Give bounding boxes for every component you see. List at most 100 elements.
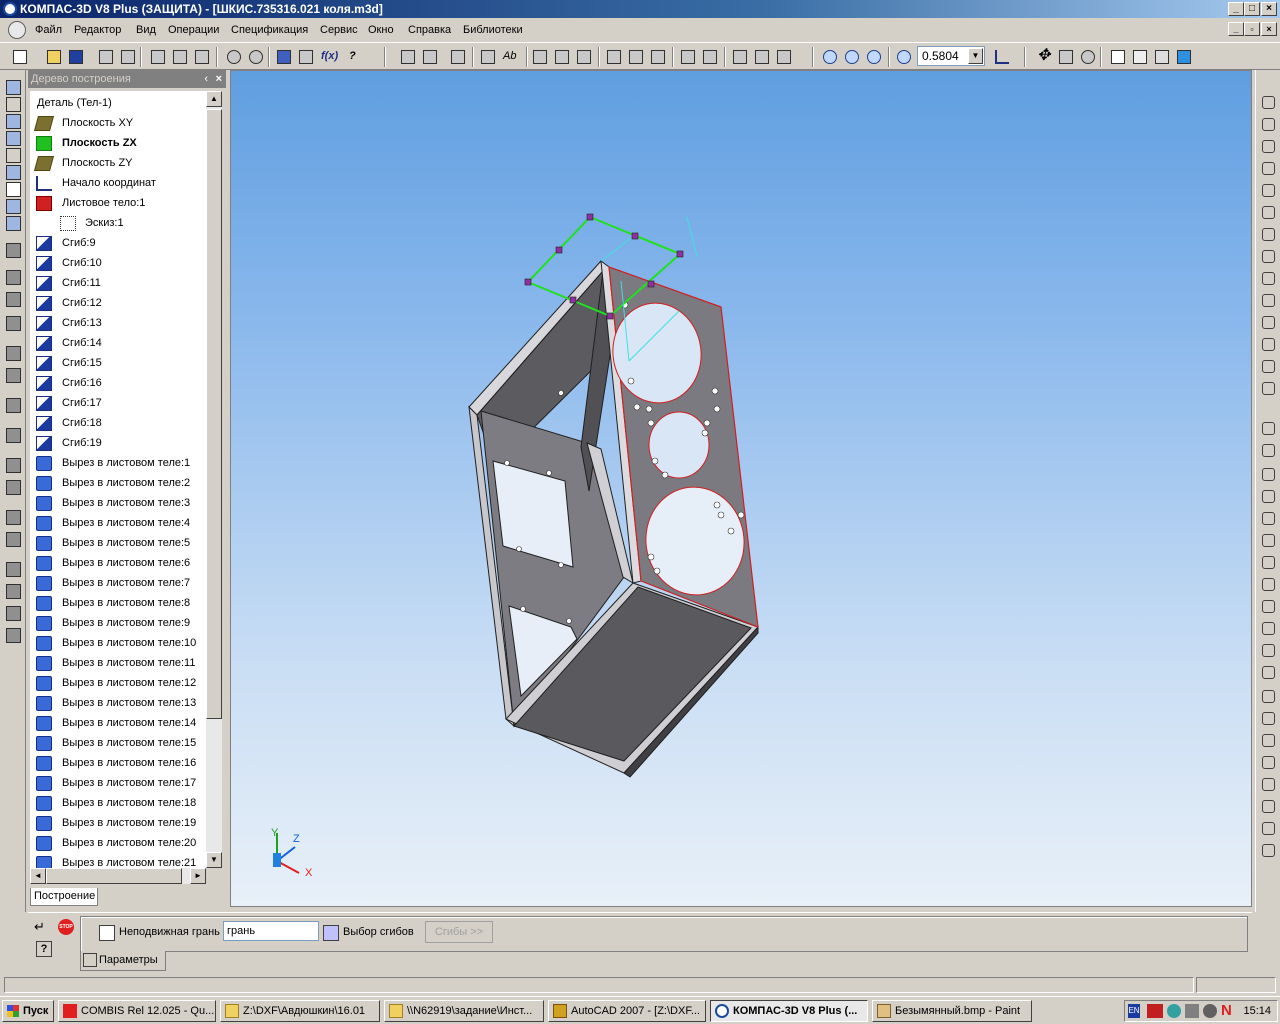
table-icon[interactable] <box>730 47 750 67</box>
table-2-icon[interactable] <box>752 47 772 67</box>
tree-item[interactable]: Вырез в листовом теле:8 <box>30 593 206 613</box>
tray-n-icon[interactable]: N <box>1221 1002 1232 1019</box>
tree-item[interactable]: Вырез в листовом теле:20 <box>30 833 206 853</box>
tool-4-icon[interactable] <box>6 131 21 146</box>
tool-6-icon[interactable] <box>6 165 21 180</box>
doc-restore-button[interactable]: ▫ <box>1244 22 1260 36</box>
model-viewport[interactable]: Y Z X <box>230 70 1252 907</box>
list-2-icon[interactable] <box>700 47 720 67</box>
geometry-7-icon[interactable] <box>1260 226 1276 242</box>
open-file-icon[interactable] <box>44 47 64 67</box>
tree-item[interactable]: Вырез в листовом теле:10 <box>30 633 206 653</box>
hidden-thin-icon[interactable] <box>1152 47 1172 67</box>
bend-select-icon[interactable] <box>323 925 339 941</box>
tree-item[interactable]: Вырез в листовом теле:3 <box>30 493 206 513</box>
tree-item[interactable]: Сгиб:15 <box>30 353 206 373</box>
tool-2-icon[interactable] <box>6 97 21 112</box>
tree-item[interactable]: Сгиб:9 <box>30 233 206 253</box>
task-folder-network[interactable]: \\N62919\задание\Инст... <box>384 1000 544 1022</box>
tree-item[interactable]: Вырез в листовом теле:12 <box>30 673 206 693</box>
align-3-icon[interactable] <box>574 47 594 67</box>
menu-operations[interactable]: Операции <box>168 24 219 36</box>
geometry-32-icon[interactable] <box>1260 798 1276 814</box>
tree-item[interactable]: Сгиб:11 <box>30 273 206 293</box>
geometry-26-icon[interactable] <box>1260 664 1276 680</box>
tree-item[interactable]: Сгиб:12 <box>30 293 206 313</box>
tool-3-icon[interactable] <box>6 114 21 129</box>
tree-item[interactable]: Вырез в листовом теле:6 <box>30 553 206 573</box>
geometry-17-icon[interactable] <box>1260 466 1276 482</box>
redo-icon[interactable] <box>246 47 266 67</box>
menu-editor[interactable]: Редактор <box>74 24 121 36</box>
task-combis[interactable]: COMBIS Rel 12.025 - Qu... <box>58 1000 216 1022</box>
tool-13-icon[interactable] <box>6 316 21 331</box>
tree-item[interactable]: Плоскость ZX <box>30 133 206 153</box>
geometry-13-icon[interactable] <box>1260 358 1276 374</box>
orientation-icon[interactable] <box>992 47 1012 67</box>
task-autocad[interactable]: AutoCAD 2007 - [Z:\DXF... <box>548 1000 706 1022</box>
geometry-5-icon[interactable] <box>1260 182 1276 198</box>
tool-20-icon[interactable] <box>6 510 21 525</box>
position-2-icon[interactable] <box>626 47 646 67</box>
geometry-29-icon[interactable] <box>1260 732 1276 748</box>
tree-item[interactable]: Вырез в листовом теле:2 <box>30 473 206 493</box>
tool-1-icon[interactable] <box>6 80 21 95</box>
geometry-33-icon[interactable] <box>1260 820 1276 836</box>
maximize-button[interactable]: □ <box>1244 2 1260 16</box>
tree-item[interactable]: Сгиб:19 <box>30 433 206 453</box>
tree-item[interactable]: Вырез в листовом теле:11 <box>30 653 206 673</box>
geometry-4-icon[interactable] <box>1260 160 1276 176</box>
chevron-down-icon[interactable]: ▼ <box>968 48 983 64</box>
volume-icon[interactable] <box>1185 1004 1199 1018</box>
area-icon[interactable] <box>420 47 440 67</box>
tool-8-icon[interactable] <box>6 199 21 214</box>
function-fx-icon[interactable]: f(x) <box>318 47 338 67</box>
menu-file[interactable]: Файл <box>35 24 62 36</box>
new-file-icon[interactable] <box>10 47 30 67</box>
doc-close-button[interactable]: × <box>1261 22 1277 36</box>
geometry-6-icon[interactable] <box>1260 204 1276 220</box>
document-icon[interactable] <box>8 21 26 39</box>
tool-15-icon[interactable] <box>6 368 21 383</box>
save-icon[interactable] <box>66 47 86 67</box>
tree-item[interactable]: Сгиб:18 <box>30 413 206 433</box>
tool-5-icon[interactable] <box>6 148 21 163</box>
app-icon[interactable] <box>3 2 17 16</box>
tab-build[interactable]: Построение <box>30 888 98 906</box>
tree-item[interactable]: Вырез в листовом теле:17 <box>30 773 206 793</box>
tree-item[interactable]: Плоскость XY <box>30 113 206 133</box>
tree-item[interactable]: Вырез в листовом теле:19 <box>30 813 206 833</box>
tool-17-icon[interactable] <box>6 428 21 443</box>
pin-icon[interactable]: ‹ <box>204 70 208 88</box>
tool-23-icon[interactable] <box>6 584 21 599</box>
tree-item[interactable]: Сгиб:14 <box>30 333 206 353</box>
tool-7-icon[interactable] <box>6 182 21 197</box>
tree-item[interactable]: Плоскость ZY <box>30 153 206 173</box>
tree-vertical-scrollbar[interactable]: ▲ ▼ <box>206 91 222 868</box>
tool-22-icon[interactable] <box>6 562 21 577</box>
tool-12-icon[interactable] <box>6 292 21 307</box>
tree-item[interactable]: Вырез в листовом теле:4 <box>30 513 206 533</box>
scroll-left-icon[interactable]: ◄ <box>30 868 46 884</box>
scroll-thumb[interactable] <box>46 868 182 884</box>
tool-9-icon[interactable] <box>6 216 21 231</box>
tool-25-icon[interactable] <box>6 628 21 643</box>
close-button[interactable]: × <box>1261 2 1277 16</box>
tray-settings-icon[interactable] <box>1203 1004 1217 1018</box>
enter-icon[interactable]: ↵ <box>34 919 50 935</box>
menu-specification[interactable]: Спецификация <box>231 24 308 36</box>
tree-item[interactable]: Сгиб:10 <box>30 253 206 273</box>
task-kompas[interactable]: КОМПАС-3D V8 Plus (... <box>710 1000 868 1022</box>
geometry-19-icon[interactable] <box>1260 510 1276 526</box>
geometry-27-icon[interactable] <box>1260 688 1276 704</box>
menu-libraries[interactable]: Библиотеки <box>463 24 523 36</box>
pan-icon[interactable]: ✥ <box>1034 47 1054 67</box>
tool-19-icon[interactable] <box>6 480 21 495</box>
task-folder-dxf[interactable]: Z:\DXF\Авдюшкин\16.01 <box>220 1000 380 1022</box>
print-preview-icon[interactable] <box>118 47 138 67</box>
geometry-25-icon[interactable] <box>1260 642 1276 658</box>
tree-item[interactable]: Вырез в листовом теле:18 <box>30 793 206 813</box>
rough-icon[interactable] <box>478 47 498 67</box>
tree-item[interactable]: Сгиб:17 <box>30 393 206 413</box>
geometry-14-icon[interactable] <box>1260 380 1276 396</box>
